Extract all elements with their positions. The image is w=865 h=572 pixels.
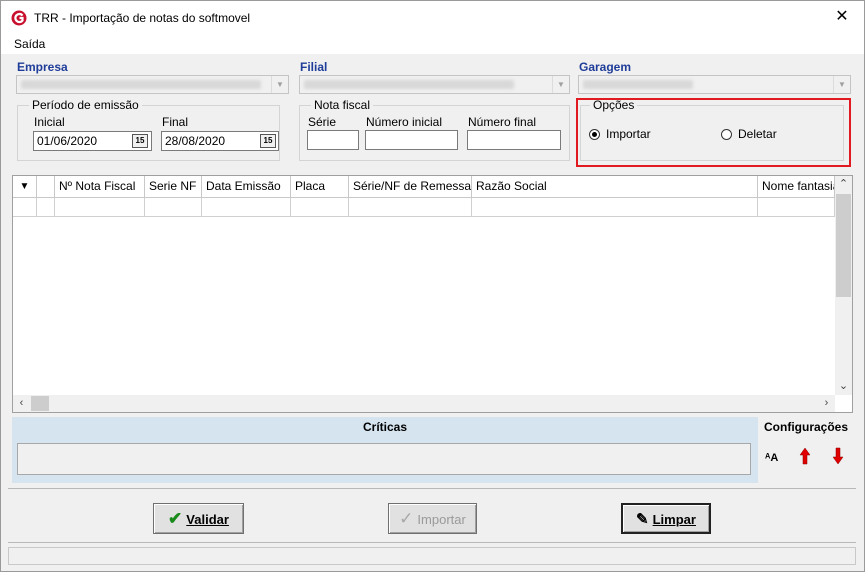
- table-row-cell[interactable]: [37, 198, 55, 217]
- data-inicial-value: 01/06/2020: [37, 134, 98, 148]
- data-final-value: 28/08/2020: [165, 134, 226, 148]
- menu-bar: Saída: [1, 34, 864, 54]
- importar-button[interactable]: ✓ Importar: [388, 503, 477, 534]
- garagem-value-redacted: [583, 80, 693, 89]
- configuracoes-title: Configurações: [764, 420, 849, 434]
- table-row-cell[interactable]: [349, 198, 472, 217]
- opcoes-highlight-box: [576, 98, 851, 167]
- table-row-cell[interactable]: [758, 198, 835, 217]
- criticas-panel: [12, 437, 758, 483]
- column-header-data[interactable]: Data Emissão: [202, 176, 291, 198]
- table-row-cell[interactable]: [472, 198, 758, 217]
- filial-value-redacted: [304, 80, 514, 89]
- chevron-down-icon[interactable]: ▼: [271, 76, 288, 93]
- limpar-button[interactable]: ✎ Limpar: [621, 503, 711, 534]
- vertical-scrollbar[interactable]: ⌃ ⌄: [835, 176, 852, 395]
- scroll-down-icon[interactable]: ⌄: [835, 378, 852, 395]
- window-title: TRR - Importação de notas do softmovel: [34, 11, 251, 25]
- grid-menu-icon[interactable]: ▼: [13, 176, 37, 198]
- title-bar: TRR - Importação de notas do softmovel ✕: [1, 1, 864, 34]
- criticas-box: [17, 443, 751, 475]
- horizontal-scroll-thumb[interactable]: [31, 396, 49, 411]
- column-header-razao[interactable]: Razão Social: [472, 176, 758, 198]
- chevron-down-icon[interactable]: ▼: [833, 76, 850, 93]
- notas-grid[interactable]: ▼ Nº Nota Fiscal Serie NF Data Emissão P…: [12, 175, 853, 413]
- serie-field[interactable]: [307, 130, 359, 150]
- column-header-fantasia[interactable]: Nome fantasia: [758, 176, 835, 198]
- row-selector[interactable]: [13, 198, 37, 217]
- inicial-label: Inicial: [34, 115, 65, 129]
- criticas-title: Críticas: [362, 420, 408, 434]
- app-logo-icon: [11, 10, 27, 26]
- serie-label: Série: [308, 115, 337, 129]
- font-size-icon[interactable]: ᴬA: [765, 452, 778, 464]
- empresa-value-redacted: [21, 80, 261, 89]
- column-header-serie[interactable]: Serie NF: [145, 176, 202, 198]
- status-bar: [8, 547, 856, 565]
- scroll-up-icon[interactable]: ⌃: [835, 176, 852, 193]
- calendar-icon[interactable]: 15: [132, 134, 148, 148]
- validar-button[interactable]: ✔ Validar: [153, 503, 244, 534]
- checkmark-disabled-icon: ✓: [399, 509, 414, 528]
- chevron-down-icon[interactable]: ▼: [552, 76, 569, 93]
- periodo-legend: Período de emissão: [29, 98, 142, 112]
- configuracoes-panel: Configurações ᴬA: [761, 417, 853, 483]
- calendar-icon[interactable]: 15: [260, 134, 276, 148]
- column-header-nota[interactable]: Nº Nota Fiscal: [55, 176, 145, 198]
- garagem-label: Garagem: [579, 60, 632, 74]
- column-header-placa[interactable]: Placa: [291, 176, 349, 198]
- table-row-cell[interactable]: [145, 198, 202, 217]
- menu-item-saida[interactable]: Saída: [14, 37, 45, 51]
- column-header-remessa[interactable]: Série/NF de Remessa: [349, 176, 472, 198]
- horizontal-scrollbar[interactable]: ‹ ›: [13, 395, 835, 412]
- numero-final-field[interactable]: [467, 130, 561, 150]
- eraser-icon: ✎: [636, 511, 649, 528]
- nota-fiscal-legend: Nota fiscal: [311, 98, 374, 112]
- filial-combo[interactable]: ▼: [299, 75, 570, 94]
- arrow-down-icon[interactable]: [832, 447, 844, 465]
- numero-inicial-label: Número inicial: [366, 115, 443, 129]
- filial-label: Filial: [300, 60, 328, 74]
- scroll-right-icon[interactable]: ›: [818, 395, 835, 412]
- importar-label: Importar: [417, 512, 466, 527]
- arrow-up-icon[interactable]: [799, 447, 811, 465]
- table-row-cell[interactable]: [55, 198, 145, 217]
- scroll-left-icon[interactable]: ‹: [13, 395, 30, 412]
- validar-label: Validar: [186, 512, 229, 527]
- grid-indicator-header: [37, 176, 55, 198]
- limpar-label: Limpar: [652, 512, 696, 527]
- empresa-combo[interactable]: ▼: [16, 75, 289, 94]
- checkmark-icon: ✔: [168, 509, 183, 528]
- vertical-scroll-thumb[interactable]: [836, 194, 851, 297]
- table-row-cell[interactable]: [202, 198, 291, 217]
- final-label: Final: [162, 115, 189, 129]
- criticas-header: Críticas: [12, 417, 758, 437]
- numero-final-label: Número final: [468, 115, 537, 129]
- garagem-combo[interactable]: ▼: [578, 75, 851, 94]
- empresa-label: Empresa: [17, 60, 68, 74]
- main-window: TRR - Importação de notas do softmovel ✕…: [0, 0, 865, 572]
- numero-inicial-field[interactable]: [365, 130, 458, 150]
- close-button[interactable]: ✕: [832, 7, 852, 27]
- table-row-cell[interactable]: [291, 198, 349, 217]
